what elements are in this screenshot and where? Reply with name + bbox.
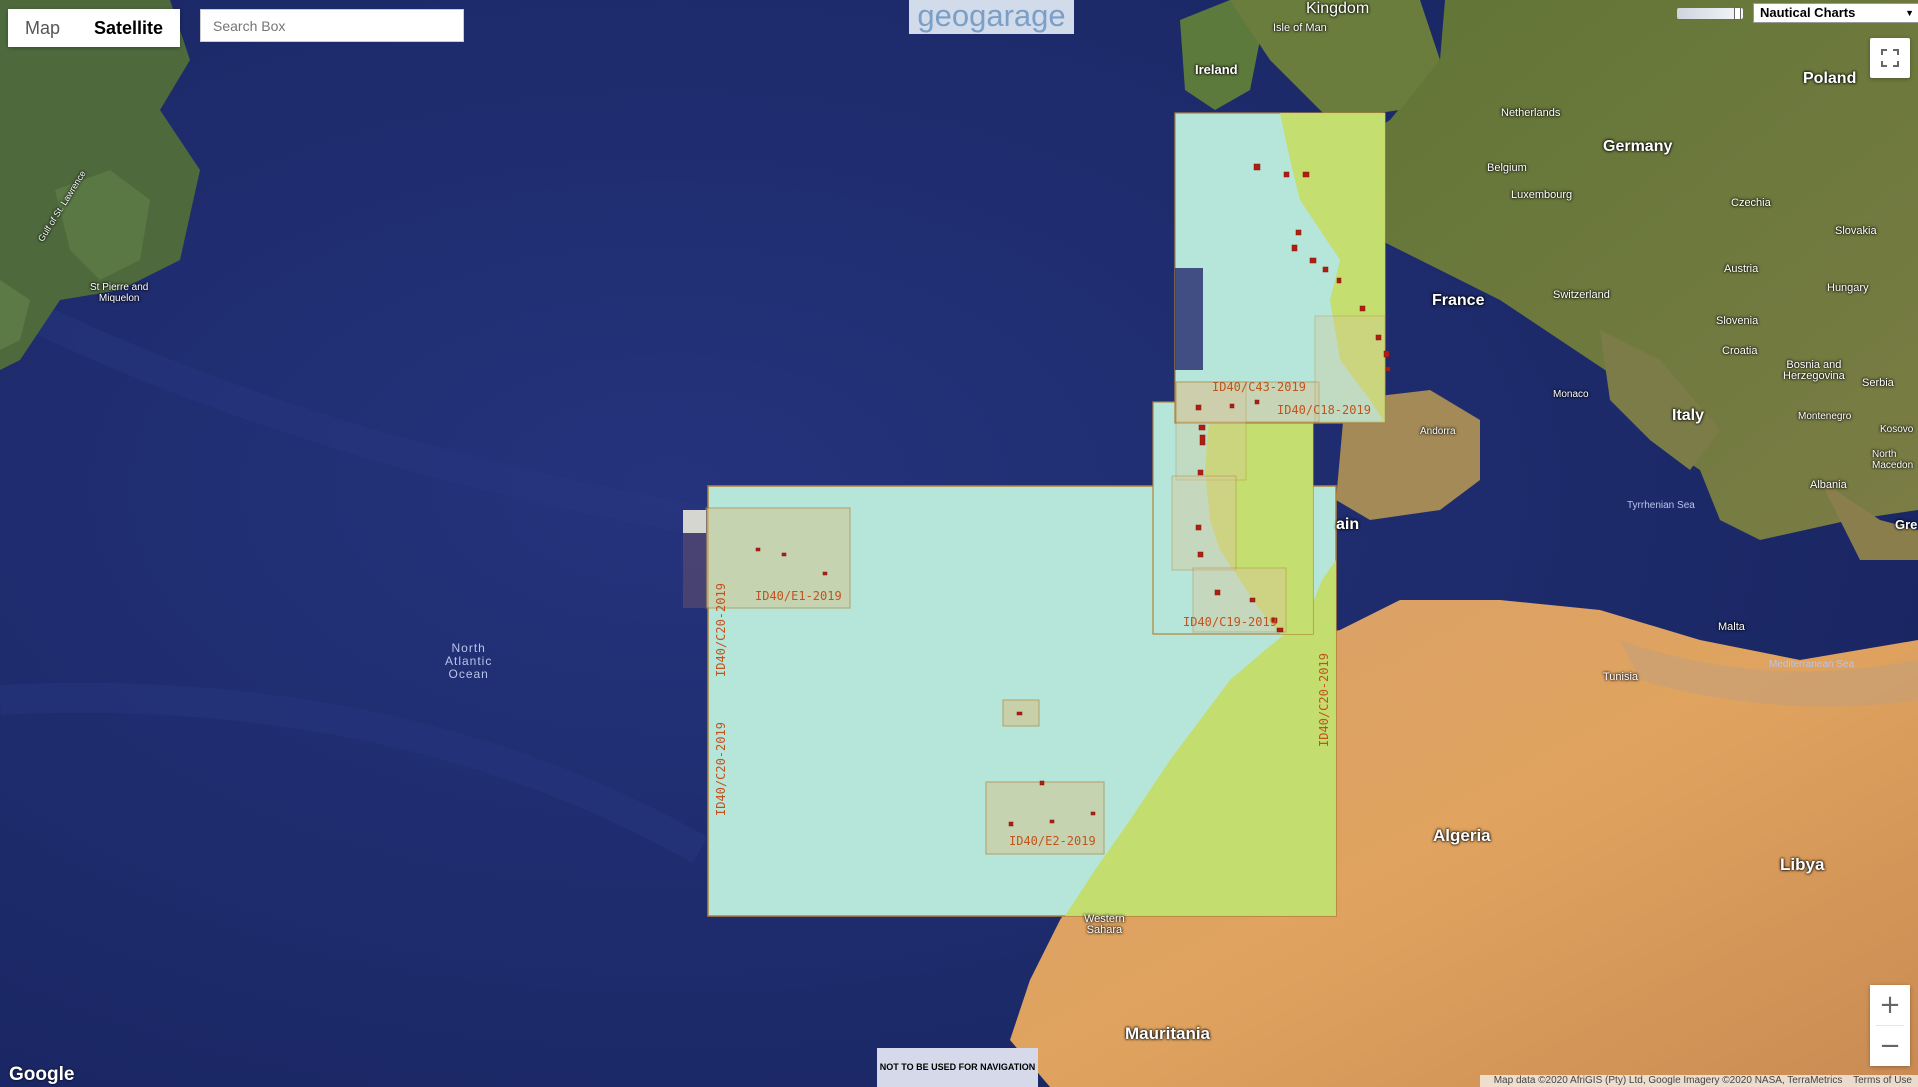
zoom-in-button[interactable]: + [1870,985,1910,1025]
map-type-map-button[interactable]: Map [8,9,78,47]
place-label-serbia: Serbia [1862,377,1894,389]
place-label-kingdom: Kingdom [1306,0,1370,17]
zoom-control: + − [1870,985,1910,1066]
opacity-slider-handle[interactable] [1734,7,1741,20]
layer-select-value: Nautical Charts [1760,5,1856,20]
fullscreen-button[interactable] [1870,38,1910,78]
search-input[interactable] [200,9,464,42]
place-label-france: France [1432,292,1485,309]
place-label-bosnia: Bosnia and Herzegovina [1783,359,1845,382]
chart-label-c20-right[interactable]: ID40/C20-2019 [1317,653,1331,747]
navigation-warning: NOT TO BE USED FOR NAVIGATION [877,1048,1038,1087]
place-label-slovenia: Slovenia [1716,315,1759,327]
satellite-basemap [0,0,1918,1087]
place-label-tyrrhenian-sea: Tyrrhenian Sea [1627,500,1695,511]
place-label-hungary: Hungary [1827,282,1869,294]
place-label-north-atlantic-ocean: North Atlantic Ocean [445,641,493,681]
zoom-in-icon: + [1879,990,1901,1020]
place-label-malta: Malta [1718,621,1745,633]
place-label-andorra: Andorra [1420,426,1456,437]
place-label-montenegro: Montenegro [1798,411,1852,422]
place-label-st-pierre: St Pierre and Miquelon [90,282,149,304]
place-label-poland: Poland [1803,70,1857,87]
map-attribution: Map data ©2020 AfriGIS (Pty) Ltd, Google… [1479,1075,1918,1087]
fullscreen-icon [1881,49,1899,67]
place-label-austria: Austria [1724,263,1759,275]
place-label-algeria: Algeria [1433,826,1491,845]
place-label-mediterranean-sea: Mediterranean Sea [1769,659,1855,670]
chart-label-c43[interactable]: ID40/C43-2019 [1212,380,1306,394]
place-label-belgium: Belgium [1487,162,1527,174]
place-label-monaco: Monaco [1553,389,1589,400]
geogarage-logo: geogarage [909,0,1074,34]
place-label-spain-partial: ain [1336,516,1360,533]
place-label-luxembourg: Luxembourg [1511,189,1573,201]
place-label-kosovo: Kosovo [1880,424,1914,435]
place-label-netherlands: Netherlands [1501,107,1561,119]
place-label-libya: Libya [1780,855,1825,874]
place-label-greece: Gre [1895,517,1918,532]
chart-label-c19[interactable]: ID40/C19-2019 [1183,615,1277,629]
chevron-down-icon: ▼ [1905,8,1914,18]
place-label-ireland: Ireland [1195,62,1238,77]
place-label-isle-of-man: Isle of Man [1273,22,1327,34]
map-type-control: Map Satellite [8,9,181,47]
place-label-czechia: Czechia [1731,197,1771,209]
google-logo: Google [9,1064,75,1085]
place-label-tunisia: Tunisia [1603,671,1639,683]
chart-label-c20-upper[interactable]: ID40/C20-2019 [714,583,728,677]
map-type-satellite-button[interactable]: Satellite [77,9,181,47]
place-label-slovakia: Slovakia [1835,225,1877,237]
place-label-albania: Albania [1810,479,1847,491]
zoom-out-button[interactable]: − [1870,1026,1910,1066]
opacity-slider[interactable] [1677,7,1743,20]
place-label-western-sahara: Western Sahara [1084,913,1125,936]
terms-link[interactable]: Terms of Use [1853,1075,1912,1086]
map-canvas[interactable]: Kingdom Isle of Man Ireland Netherlands … [0,0,1918,1087]
map-data-credit: Map data ©2020 AfriGIS (Pty) Ltd, Google… [1493,1075,1843,1086]
place-label-switzerland: Switzerland [1553,289,1610,301]
chart-label-c18[interactable]: ID40/C18-2019 [1277,403,1371,417]
layer-select[interactable]: Nautical Charts ▼ [1753,3,1918,23]
place-label-croatia: Croatia [1722,345,1758,357]
place-label-north-macedonia: North Macedon [1872,449,1914,471]
chart-label-c20-lower[interactable]: ID40/C20-2019 [714,722,728,816]
zoom-out-icon: − [1879,1031,1901,1061]
place-label-mauritania: Mauritania [1125,1024,1211,1043]
chart-label-e1[interactable]: ID40/E1-2019 [755,589,842,603]
place-label-germany: Germany [1603,138,1673,155]
place-label-italy: Italy [1672,407,1705,424]
chart-label-e2[interactable]: ID40/E2-2019 [1009,834,1096,848]
